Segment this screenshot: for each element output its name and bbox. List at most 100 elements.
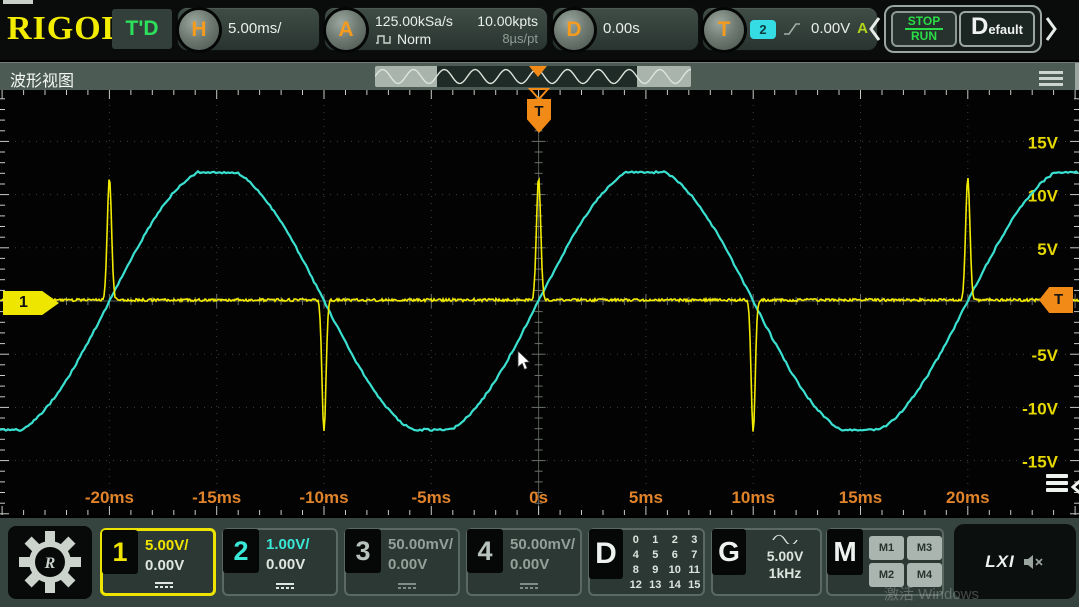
channel2-scale: 1.00V/ [266, 536, 310, 553]
collapse-chevron-icon [1070, 479, 1079, 495]
math-m1-button[interactable]: M1 [869, 536, 904, 560]
rigol-logo: RIGOL [7, 10, 126, 47]
digital-bit-9[interactable]: 9 [646, 563, 666, 578]
digital-bit-8[interactable]: 8 [626, 563, 646, 578]
acquire-section[interactable]: A 125.00kSa/s Norm 10.00kpts 8µs/pt [324, 7, 548, 51]
digital-bit-14[interactable]: 14 [665, 578, 685, 593]
svg-text:15ms: 15ms [839, 488, 882, 507]
top-status-bar: RIGOL T'D H 5.00ms/ A 125.00kSa/s Norm 1… [0, 0, 1079, 60]
trigger-sweep-mode: A [857, 20, 868, 37]
digital-bit-5[interactable]: 5 [646, 548, 666, 563]
math-m3-button[interactable]: M3 [907, 536, 942, 560]
channel1-box[interactable]: 1 5.00V/ 0.00V [100, 528, 216, 596]
waveform-canvas: 15V 10V 5V -5V -10V -15V -20ms -15ms -10ms -5ms 0s… [0, 90, 1079, 515]
svg-text:15V: 15V [1028, 133, 1059, 152]
mouse-cursor [517, 350, 531, 371]
stop-run-button[interactable]: STOP RUN [891, 11, 957, 47]
pulse-icon [376, 35, 391, 44]
delay-knob[interactable]: D [554, 10, 594, 50]
svg-text:R: R [44, 555, 56, 572]
ground-coupling-icon [398, 583, 416, 589]
trigger-knob[interactable]: T [704, 10, 744, 50]
svg-text:-15V: -15V [1022, 453, 1059, 472]
digital-bit-10[interactable]: 10 [665, 563, 685, 578]
gear-icon: R [19, 531, 81, 593]
acquire-mode: Norm [397, 31, 432, 47]
digital-bit-6[interactable]: 6 [665, 548, 685, 563]
svg-text:20ms: 20ms [946, 488, 989, 507]
svg-text:10ms: 10ms [731, 488, 774, 507]
digital-bit-11[interactable]: 11 [685, 563, 705, 578]
generator-amplitude: 5.00V [766, 548, 804, 564]
waveform-display[interactable]: 15V 10V 5V -5V -10V -15V -20ms -15ms -10ms -5ms 0s… [0, 88, 1079, 515]
rising-edge-icon [784, 23, 800, 35]
trigger-status-badge: T'D [112, 9, 172, 49]
ground-coupling-icon [276, 583, 294, 589]
generator-badge: G [712, 529, 746, 575]
svg-text:-10V: -10V [1022, 399, 1059, 418]
svg-text:5V: 5V [1037, 240, 1058, 259]
svg-text:-10ms: -10ms [299, 488, 348, 507]
sample-rate: 125.00kSa/s [375, 13, 453, 29]
ground-coupling-icon [520, 583, 538, 589]
trigger-source-badge: 2 [750, 20, 776, 39]
settings-gear-button[interactable]: R [8, 526, 92, 599]
digital-channels-box[interactable]: D 0 1 2 3 4 5 6 7 8 9 10 11 12 13 14 15 [588, 528, 705, 596]
timebase-preview-strip[interactable] [375, 66, 691, 87]
svg-text:-15ms: -15ms [192, 488, 241, 507]
digital-bits-grid: 0 1 2 3 4 5 6 7 8 9 10 11 12 13 14 15 [626, 533, 704, 593]
svg-text:-5V: -5V [1032, 346, 1059, 365]
horizontal-section[interactable]: H 5.00ms/ [177, 7, 320, 51]
digital-bit-4[interactable]: 4 [626, 548, 646, 563]
ground-coupling-icon [155, 582, 173, 588]
channel3-box[interactable]: 3 50.00mV/ 0.00V [344, 528, 460, 596]
collapse-menu-icon[interactable] [1046, 474, 1079, 500]
channel2-offset: 0.00V [266, 556, 306, 573]
view-title: 波形视图 [10, 73, 75, 90]
digital-bit-3[interactable]: 3 [685, 533, 705, 548]
channel1-badge: 1 [102, 530, 138, 574]
digital-bit-2[interactable]: 2 [665, 533, 685, 548]
chevron-left-icon[interactable] [868, 15, 882, 43]
speaker-muted-icon [1023, 554, 1043, 569]
lxi-label: LXI [985, 551, 1015, 571]
memory-depth: 10.00kpts [477, 13, 538, 29]
generator-box[interactable]: G 5.00V 1kHz [711, 528, 822, 596]
timebase-value: 5.00ms/ [228, 20, 282, 37]
digital-bit-15[interactable]: 15 [685, 578, 705, 593]
svg-text:-20ms: -20ms [85, 488, 134, 507]
channel2-box[interactable]: 2 1.00V/ 0.00V [222, 528, 338, 596]
default-button[interactable]: D efault [959, 11, 1035, 47]
channel4-scale: 50.00mV/ [510, 536, 576, 553]
oscilloscope-screen: RIGOL T'D H 5.00ms/ A 125.00kSa/s Norm 1… [0, 0, 1079, 607]
time-per-point: 8µs/pt [502, 31, 538, 46]
trigger-position-outline-icon [528, 88, 550, 101]
channel3-badge: 3 [345, 529, 381, 573]
digital-bit-1[interactable]: 1 [646, 533, 666, 548]
waveform-view-bar: 波形视图 [0, 62, 1079, 90]
digital-bit-12[interactable]: 12 [626, 578, 646, 593]
channel4-badge: 4 [467, 529, 503, 573]
trigger-section[interactable]: T 2 0.00V A [702, 7, 878, 51]
channel3-scale: 50.00mV/ [388, 536, 454, 553]
channel3-offset: 0.00V [388, 556, 428, 573]
delay-value: 0.00s [603, 20, 640, 37]
menu-icon[interactable] [1039, 71, 1063, 89]
svg-text:10V: 10V [1028, 187, 1059, 206]
acquire-knob[interactable]: A [326, 10, 366, 50]
digital-badge: D [589, 529, 623, 579]
chevron-right-icon[interactable] [1044, 15, 1058, 43]
screen-artifact [3, 0, 33, 4]
digital-bit-0[interactable]: 0 [626, 533, 646, 548]
channel4-box[interactable]: 4 50.00mV/ 0.00V [466, 528, 582, 596]
channel1-scale: 5.00V/ [145, 537, 189, 554]
activate-windows-watermark: 激活 Windows [884, 586, 980, 603]
sine-icon [772, 534, 798, 546]
horizontal-knob[interactable]: H [179, 10, 219, 50]
quick-buttons-group: STOP RUN D efault [884, 5, 1042, 53]
digital-bit-13[interactable]: 13 [646, 578, 666, 593]
digital-bit-7[interactable]: 7 [685, 548, 705, 563]
math-badge: M [827, 529, 863, 575]
delay-section[interactable]: D 0.00s [552, 7, 699, 51]
svg-text:5ms: 5ms [629, 488, 663, 507]
